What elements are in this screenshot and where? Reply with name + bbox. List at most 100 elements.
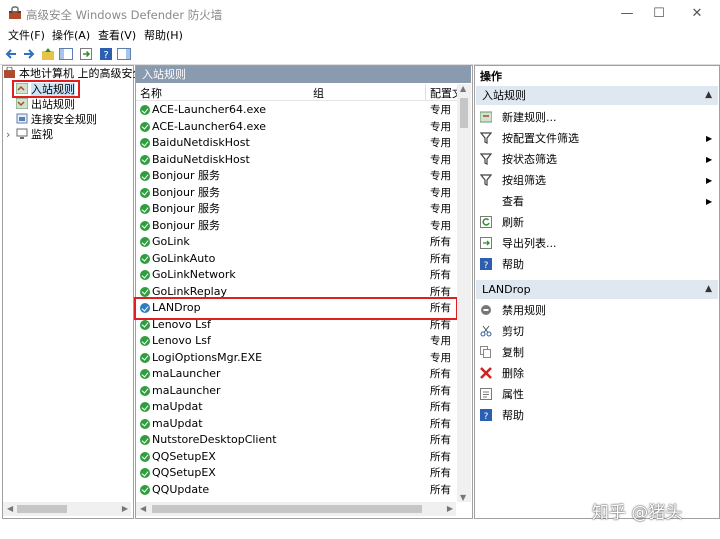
actions-title: 操作 xyxy=(480,70,502,83)
rule-profile: 专用 xyxy=(430,351,451,364)
column-header-profile[interactable]: 配置文 xyxy=(430,85,458,101)
export-icon[interactable] xyxy=(78,46,94,62)
menu-help[interactable]: 帮助(H) xyxy=(144,28,183,44)
menu-action[interactable]: 操作(A) xyxy=(52,28,90,44)
action-disable-rule[interactable]: 禁用规则 xyxy=(480,300,546,321)
column-header-group[interactable]: 组 xyxy=(313,85,324,101)
actions-section-landrop[interactable]: LANDrop ▲ xyxy=(476,280,718,299)
show-hide-tree-icon[interactable] xyxy=(58,46,74,62)
forward-arrow-icon[interactable] xyxy=(20,46,36,62)
rule-name: Bonjour 服务 xyxy=(152,169,221,182)
action-new-rule[interactable]: 新建规则... xyxy=(479,107,557,128)
rule-name: GoLinkNetwork xyxy=(152,268,236,281)
sort-chevron-icon: ⌃ xyxy=(362,80,369,89)
scroll-up-icon[interactable]: ▲ xyxy=(460,84,466,93)
scroll-thumb[interactable] xyxy=(460,98,468,128)
rule-enabled-check-icon xyxy=(140,154,150,165)
close-button[interactable]: ✕ xyxy=(674,0,720,28)
table-row[interactable]: QQSetupEX 所有 xyxy=(137,449,457,466)
action-copy[interactable]: 复制 xyxy=(480,342,524,363)
action-cut[interactable]: 剪切 xyxy=(480,321,524,342)
action-help-rule[interactable]: ? 帮助 xyxy=(480,405,524,426)
action-filter-state[interactable]: 按状态筛选 xyxy=(479,149,557,170)
action-export-list[interactable]: 导出列表... xyxy=(480,233,557,254)
table-row[interactable]: maLauncher 所有 xyxy=(137,383,457,400)
table-row[interactable]: NutstoreDesktopClient 所有 xyxy=(137,432,457,449)
table-row[interactable]: LogiOptionsMgr.EXE 专用 xyxy=(137,350,457,367)
table-row[interactable]: GoLink 所有 xyxy=(137,234,457,251)
copy-icon xyxy=(480,344,492,358)
expand-chevron-icon[interactable]: › xyxy=(6,127,16,142)
rule-name: Lenovo Lsf xyxy=(152,334,211,347)
scroll-thumb[interactable] xyxy=(152,505,422,513)
table-row[interactable]: QQSetupEX 所有 xyxy=(137,465,457,482)
table-row[interactable]: maUpdat 所有 xyxy=(137,399,457,416)
table-row[interactable]: GoLinkAuto 所有 xyxy=(137,251,457,268)
tree-root[interactable]: 本地计算机 上的高级安全 xyxy=(4,66,144,81)
column-header-name[interactable]: 名称 xyxy=(140,85,162,101)
tree-item-connection-security[interactable]: 连接安全规则 xyxy=(16,112,97,127)
table-row[interactable]: BaiduNetdiskHost 专用 xyxy=(137,135,457,152)
scroll-right-icon[interactable]: ▶ xyxy=(122,502,128,516)
rule-enabled-check-icon xyxy=(140,237,150,247)
highlight-box-landrop xyxy=(134,297,458,320)
help-icon[interactable]: ? xyxy=(98,46,114,62)
connection-security-icon xyxy=(16,113,28,124)
action-properties[interactable]: 属性 xyxy=(480,384,524,405)
table-row[interactable]: GoLinkNetwork 所有 xyxy=(137,267,457,284)
table-row[interactable]: Lenovo Lsf 专用 xyxy=(137,333,457,350)
filter-icon xyxy=(479,130,493,144)
table-row[interactable]: BaiduNetdiskHost 专用 xyxy=(137,152,457,169)
rule-enabled-check-icon xyxy=(140,171,150,181)
tree-root-label: 本地计算机 上的高级安全 xyxy=(19,67,144,80)
tree-horizontal-scrollbar[interactable]: ◀ ▶ xyxy=(3,502,131,516)
tree-item-outbound-rules[interactable]: 出站规则 xyxy=(15,97,75,112)
new-rule-icon xyxy=(479,109,493,123)
table-row[interactable]: Bonjour 服务 专用 xyxy=(137,201,457,218)
menu-file[interactable]: 文件(F) xyxy=(8,28,45,44)
rule-enabled-check-icon xyxy=(140,468,150,478)
table-row[interactable]: Bonjour 服务 专用 xyxy=(137,168,457,185)
rule-enabled-check-icon xyxy=(140,369,150,379)
table-row[interactable]: ACE-Launcher64.exe 专用 xyxy=(137,119,457,136)
rule-enabled-check-icon xyxy=(140,220,150,231)
scissors-icon xyxy=(480,323,492,337)
rules-vertical-scrollbar[interactable]: ▲ ▼ xyxy=(457,84,471,502)
action-delete[interactable]: 删除 xyxy=(480,363,524,384)
table-row[interactable]: maUpdat 所有 xyxy=(137,416,457,433)
outbound-rules-icon xyxy=(15,97,29,110)
scroll-left-icon[interactable]: ◀ xyxy=(7,502,13,516)
rule-name: QQSetupEX xyxy=(152,449,216,463)
back-arrow-icon[interactable] xyxy=(4,46,20,62)
rule-name: GoLink xyxy=(152,235,190,248)
rule-profile: 所有 xyxy=(430,269,451,281)
scroll-down-icon[interactable]: ▼ xyxy=(460,493,466,502)
table-row[interactable]: QQUpdate 所有 xyxy=(137,482,457,499)
rules-horizontal-scrollbar[interactable]: ◀ ▶ xyxy=(136,502,456,516)
tree-item-monitoring[interactable]: › 监视 xyxy=(6,127,53,142)
show-action-pane-icon[interactable] xyxy=(116,46,132,62)
collapse-icon[interactable]: ▲ xyxy=(705,86,712,105)
menu-view[interactable]: 查看(V) xyxy=(98,28,136,44)
table-row[interactable]: ACE-Launcher64.exe 专用 xyxy=(137,102,457,119)
rule-name: maLauncher xyxy=(152,383,221,397)
action-label: 查看 xyxy=(502,195,524,208)
rules-pane-title: 入站规则 xyxy=(136,66,471,83)
scroll-thumb[interactable] xyxy=(17,505,67,513)
action-view[interactable]: 查看 xyxy=(480,191,524,212)
collapse-icon[interactable]: ▲ xyxy=(705,280,712,299)
actions-section-inbound[interactable]: 入站规则 ▲ xyxy=(476,86,718,105)
table-row[interactable]: maLauncher 所有 xyxy=(137,366,457,383)
table-row[interactable]: Bonjour 服务 专用 xyxy=(137,185,457,202)
rule-profile: 所有 xyxy=(430,434,451,446)
table-row[interactable]: Bonjour 服务 专用 xyxy=(137,218,457,235)
action-help[interactable]: ? 帮助 xyxy=(480,254,524,275)
action-refresh[interactable]: 刷新 xyxy=(480,212,524,233)
action-filter-group[interactable]: 按组筛选 xyxy=(479,170,546,191)
scroll-left-icon[interactable]: ◀ xyxy=(140,502,146,516)
action-filter-profile[interactable]: 按配置文件筛选 xyxy=(479,128,579,149)
rule-enabled-check-icon xyxy=(140,336,150,346)
up-folder-icon[interactable] xyxy=(40,46,56,62)
column-divider[interactable] xyxy=(425,84,426,100)
scroll-right-icon[interactable]: ▶ xyxy=(447,502,453,516)
